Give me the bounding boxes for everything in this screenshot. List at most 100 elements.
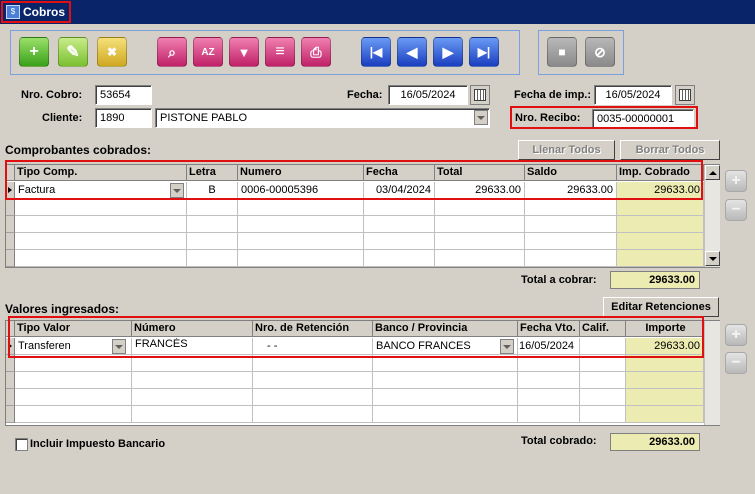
empty-cell[interactable] — [15, 250, 187, 267]
row-indicator[interactable] — [6, 199, 15, 216]
cell-banco-provincia[interactable]: BANCO FRANCES — [373, 338, 518, 355]
search-button[interactable]: ⌕ — [157, 37, 187, 67]
col-calif[interactable]: Calif. — [580, 321, 626, 337]
empty-cell[interactable] — [525, 233, 617, 250]
empty-cell[interactable] — [525, 199, 617, 216]
empty-cell[interactable] — [364, 216, 435, 233]
empty-cell[interactable] — [435, 250, 525, 267]
empty-cell[interactable] — [364, 233, 435, 250]
empty-cell[interactable] — [238, 250, 364, 267]
edit-button[interactable]: ✎ — [58, 37, 88, 67]
empty-cell[interactable] — [617, 199, 704, 216]
empty-cell[interactable] — [580, 372, 626, 389]
empty-cell[interactable] — [617, 216, 704, 233]
empty-cell[interactable] — [132, 372, 253, 389]
borrar-todos-button[interactable]: Borrar Todos — [620, 140, 720, 160]
empty-cell[interactable] — [132, 355, 253, 372]
tipo-comp-dropdown-arrow[interactable] — [170, 183, 184, 198]
fecha-field[interactable]: 16/05/2024 — [388, 85, 468, 105]
banco-dropdown-arrow[interactable] — [500, 339, 514, 354]
cliente-code-field[interactable]: 1890 — [95, 108, 152, 128]
scroll-up-arrow[interactable] — [705, 165, 720, 180]
empty-cell[interactable] — [238, 233, 364, 250]
delete-button[interactable]: ✖ — [97, 37, 127, 67]
row-indicator[interactable] — [6, 389, 15, 406]
cell-fecha-vto[interactable]: 16/05/2024 — [518, 338, 580, 355]
empty-cell[interactable] — [253, 355, 373, 372]
cell-tipo-comp[interactable]: Factura — [15, 182, 187, 199]
nro-recibo-field[interactable]: 0035-00000001 — [592, 109, 694, 129]
empty-cell[interactable] — [373, 372, 518, 389]
empty-cell[interactable] — [435, 199, 525, 216]
cancel-button[interactable]: ⊘ — [585, 37, 615, 67]
row-indicator[interactable] — [6, 338, 15, 355]
col-total[interactable]: Total — [435, 165, 525, 181]
report-button[interactable]: ≡ — [265, 37, 295, 67]
cell-numero[interactable]: 0006-00005396 — [238, 182, 364, 199]
empty-cell[interactable] — [132, 406, 253, 423]
empty-cell[interactable] — [253, 389, 373, 406]
col-imp-cobrado[interactable]: Imp. Cobrado — [617, 165, 704, 181]
remove-row-button[interactable]: − — [725, 199, 747, 221]
row-indicator[interactable] — [6, 355, 15, 372]
fecha-imp-field[interactable]: 16/05/2024 — [594, 85, 672, 105]
print-button[interactable]: ⎙ — [301, 37, 331, 67]
row-indicator[interactable] — [6, 216, 15, 233]
empty-cell[interactable] — [626, 406, 704, 423]
col-numero[interactable]: Numero — [238, 165, 364, 181]
save-button[interactable]: ■ — [547, 37, 577, 67]
col-tipo-valor[interactable]: Tipo Valor — [15, 321, 132, 337]
row-indicator[interactable] — [6, 406, 15, 423]
incluir-impuesto-checkbox[interactable] — [15, 438, 28, 451]
cell-total[interactable]: 29633.00 — [435, 182, 525, 199]
empty-cell[interactable] — [253, 406, 373, 423]
sort-button[interactable]: AZ — [193, 37, 223, 67]
empty-cell[interactable] — [238, 199, 364, 216]
valores-scrollbar[interactable] — [704, 321, 720, 425]
empty-cell[interactable] — [187, 250, 238, 267]
cell-calif[interactable] — [580, 338, 626, 355]
empty-cell[interactable] — [238, 216, 364, 233]
empty-cell[interactable] — [373, 406, 518, 423]
col-fecha-vto[interactable]: Fecha Vto. — [518, 321, 580, 337]
col-numero-valor[interactable]: Número — [132, 321, 253, 337]
remove-valor-button[interactable]: − — [725, 352, 747, 374]
filter-button[interactable]: ▼ — [229, 37, 259, 67]
empty-cell[interactable] — [580, 406, 626, 423]
empty-cell[interactable] — [187, 216, 238, 233]
row-indicator[interactable] — [6, 182, 15, 199]
previous-record-button[interactable]: ◀ — [397, 37, 427, 67]
cell-nro-retencion[interactable]: - - — [253, 338, 373, 355]
first-record-button[interactable]: |◀ — [361, 37, 391, 67]
empty-cell[interactable] — [617, 233, 704, 250]
empty-cell[interactable] — [15, 199, 187, 216]
last-record-button[interactable]: ▶| — [469, 37, 499, 67]
next-record-button[interactable]: ▶ — [433, 37, 463, 67]
empty-cell[interactable] — [518, 355, 580, 372]
empty-cell[interactable] — [626, 372, 704, 389]
col-importe[interactable]: Importe — [626, 321, 704, 337]
empty-cell[interactable] — [364, 199, 435, 216]
empty-cell[interactable] — [525, 216, 617, 233]
cell-importe[interactable]: 29633.00 — [626, 338, 704, 355]
empty-cell[interactable] — [518, 389, 580, 406]
comprobantes-scrollbar[interactable] — [704, 165, 720, 267]
scroll-down-arrow[interactable] — [705, 251, 720, 266]
fecha-calendar-button[interactable] — [470, 85, 490, 105]
editar-retenciones-button[interactable]: Editar Retenciones — [603, 297, 719, 317]
tipo-valor-dropdown-arrow[interactable] — [112, 339, 126, 354]
empty-cell[interactable] — [580, 355, 626, 372]
empty-cell[interactable] — [187, 233, 238, 250]
empty-cell[interactable] — [15, 216, 187, 233]
row-indicator[interactable] — [6, 372, 15, 389]
cliente-name-field[interactable]: PISTONE PABLO — [155, 108, 490, 128]
empty-cell[interactable] — [518, 406, 580, 423]
add-valor-button[interactable]: + — [725, 324, 747, 346]
cell-fecha[interactable]: 03/04/2024 — [364, 182, 435, 199]
cliente-dropdown-arrow[interactable] — [474, 110, 488, 125]
empty-cell[interactable] — [525, 250, 617, 267]
cell-saldo[interactable]: 29633.00 — [525, 182, 617, 199]
add-button[interactable]: + — [19, 37, 49, 67]
empty-cell[interactable] — [580, 389, 626, 406]
empty-cell[interactable] — [364, 250, 435, 267]
